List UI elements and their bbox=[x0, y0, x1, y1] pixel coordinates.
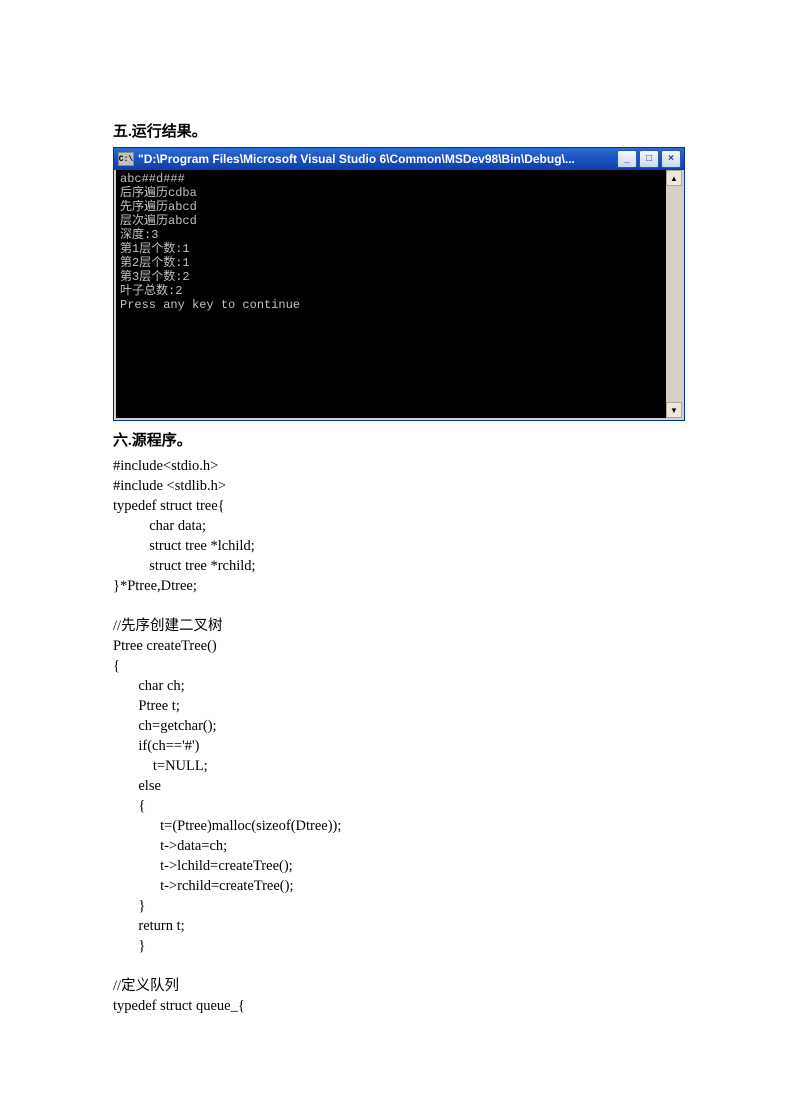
scroll-up-button[interactable]: ▲ bbox=[666, 170, 682, 186]
app-icon: C:\ bbox=[118, 152, 134, 166]
console-body-wrap: abc##d### 后序遍历cdba 先序遍历abcd 层次遍历abcd 深度:… bbox=[114, 170, 684, 420]
document-page: 五.运行结果。 C:\ "D:\Program Files\Microsoft … bbox=[0, 0, 792, 1120]
window-titlebar[interactable]: C:\ "D:\Program Files\Microsoft Visual S… bbox=[114, 148, 684, 170]
section-5-title: 五.运行结果。 bbox=[113, 120, 679, 141]
scroll-down-button[interactable]: ▼ bbox=[666, 402, 682, 418]
window-title: "D:\Program Files\Microsoft Visual Studi… bbox=[138, 152, 617, 166]
console-output: abc##d### 后序遍历cdba 先序遍历abcd 层次遍历abcd 深度:… bbox=[116, 170, 666, 418]
vertical-scrollbar[interactable]: ▲ ▼ bbox=[666, 170, 682, 418]
section-6-title: 六.源程序。 bbox=[113, 429, 679, 450]
maximize-button[interactable]: □ bbox=[639, 150, 659, 168]
source-code: #include<stdio.h> #include <stdlib.h> ty… bbox=[113, 456, 679, 1016]
minimize-button[interactable]: _ bbox=[617, 150, 637, 168]
close-button[interactable]: × bbox=[661, 150, 681, 168]
console-window: C:\ "D:\Program Files\Microsoft Visual S… bbox=[113, 147, 685, 421]
scroll-track[interactable] bbox=[666, 186, 682, 402]
window-buttons: _ □ × bbox=[617, 150, 681, 168]
